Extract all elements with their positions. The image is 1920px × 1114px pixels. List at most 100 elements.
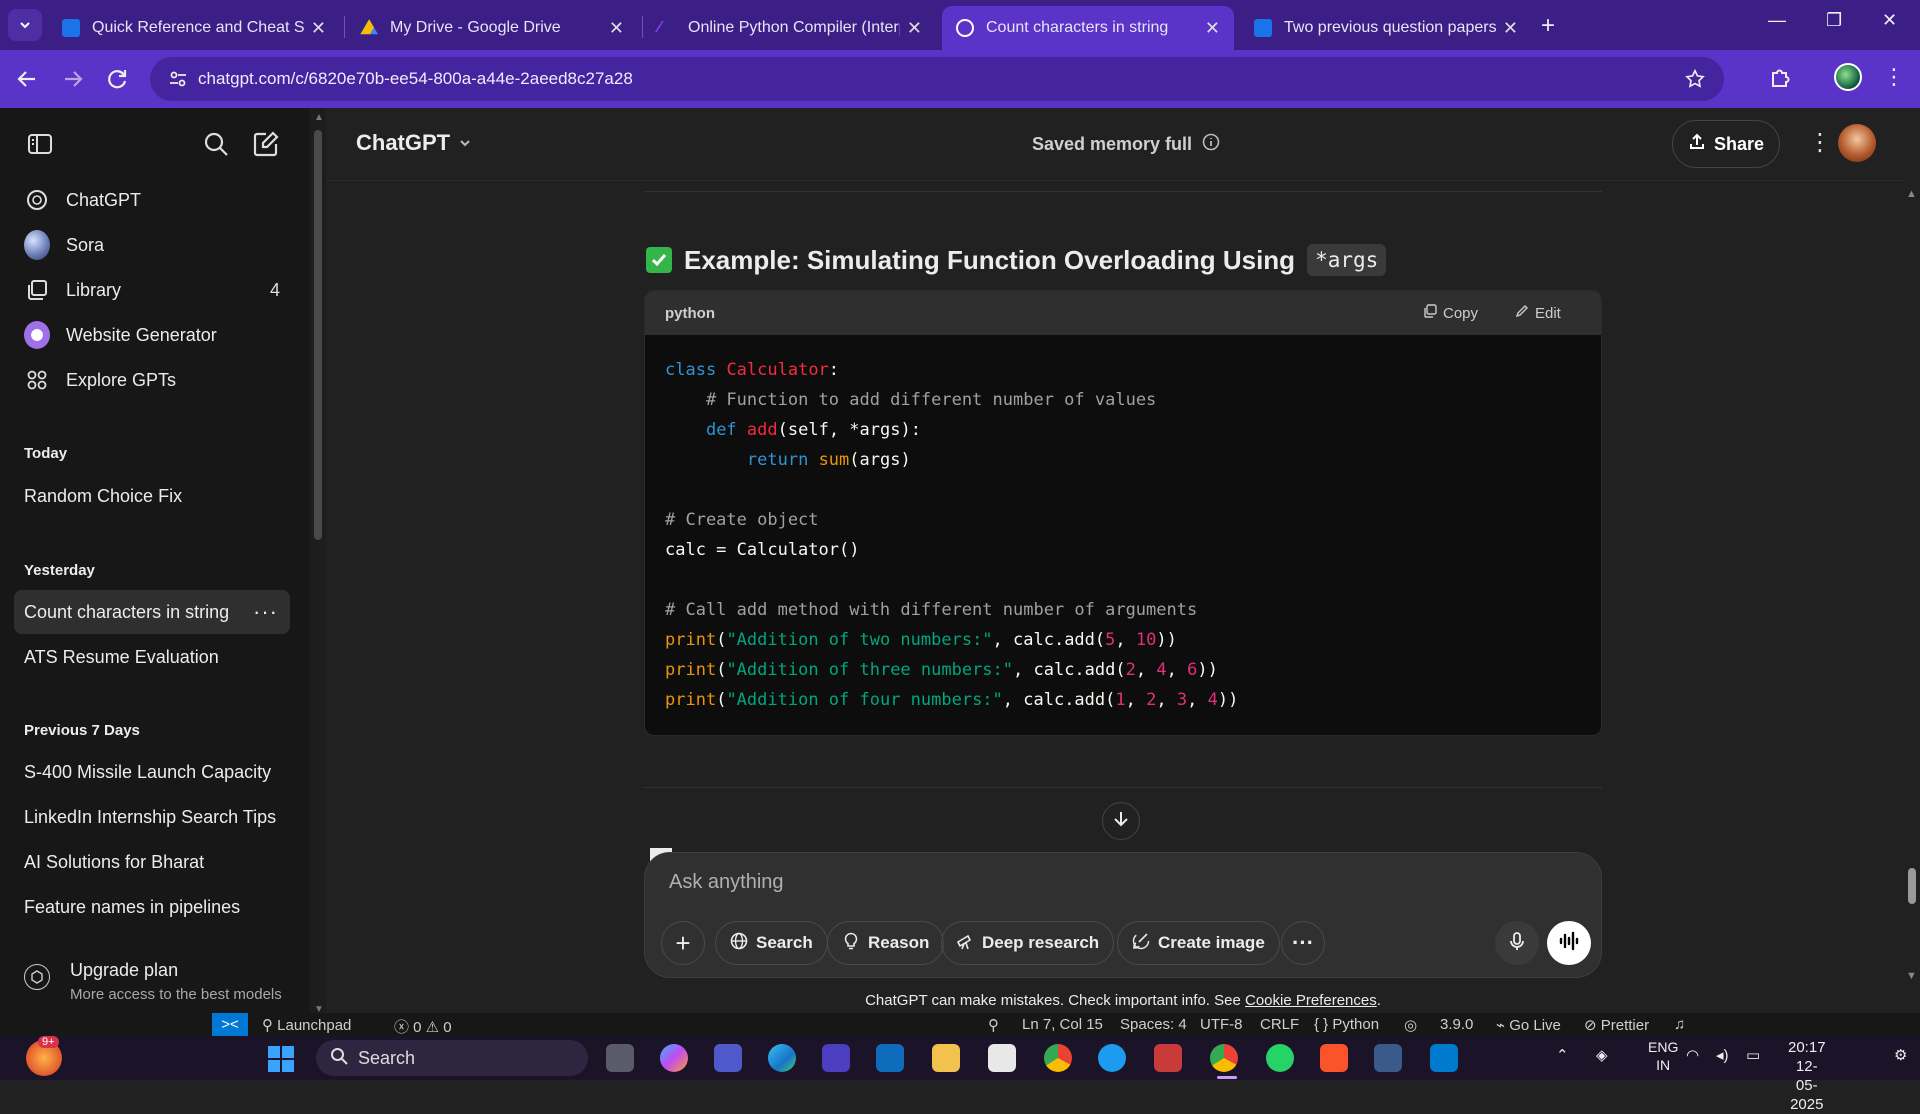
user-avatar[interactable] <box>1838 124 1876 162</box>
voice-mode-button[interactable] <box>1547 921 1591 965</box>
browser-profile-avatar[interactable] <box>1834 63 1862 91</box>
new-tab-plus-icon[interactable]: + <box>1541 12 1555 40</box>
close-icon[interactable]: ✕ <box>609 18 624 39</box>
sidebar-item-chatgpt[interactable]: ChatGPT <box>14 178 290 222</box>
microsoft-store-icon[interactable] <box>988 1044 1016 1072</box>
dictate-button[interactable] <box>1495 921 1539 965</box>
close-window-icon[interactable]: ✕ <box>1882 10 1897 31</box>
copy-code-button[interactable]: Copy <box>1423 304 1478 322</box>
more-tools-button[interactable]: ··· <box>1281 921 1325 965</box>
chat-scrollbar[interactable]: ▲ ▼ <box>1904 188 1920 988</box>
notifications-bell-icon[interactable]: ♫ <box>1674 1016 1685 1033</box>
upgrade-plan-button[interactable]: Upgrade plan More access to the best mod… <box>24 954 284 1014</box>
edit-code-button[interactable]: Edit <box>1515 304 1561 322</box>
taskbar-search-box[interactable]: Search <box>316 1040 588 1076</box>
scroll-up-arrow-icon[interactable]: ▲ <box>314 112 324 123</box>
app-icon[interactable] <box>1154 1044 1182 1072</box>
info-icon[interactable] <box>1202 133 1220 156</box>
wifi-icon[interactable]: ◠ <box>1686 1046 1699 1064</box>
conversation-options-kebab-icon[interactable]: ⋮ <box>1808 128 1832 157</box>
reload-icon[interactable] <box>104 66 130 92</box>
task-view-icon[interactable] <box>606 1044 634 1072</box>
site-info-icon[interactable] <box>168 69 188 89</box>
chat-item[interactable]: ATS Resume Evaluation <box>14 635 290 679</box>
scroll-up-arrow-icon[interactable]: ▲ <box>1906 188 1917 200</box>
browser-menu-kebab-icon[interactable]: ⋮ <box>1883 64 1905 90</box>
restore-icon[interactable]: ❐ <box>1826 10 1842 31</box>
tab-quick-reference[interactable]: Quick Reference and Cheat Sheet ✕ <box>48 6 340 50</box>
scroll-to-bottom-button[interactable] <box>1102 802 1140 840</box>
cookie-preferences-link[interactable]: Cookie Preferences <box>1245 992 1377 1009</box>
edge-icon[interactable] <box>768 1044 796 1072</box>
reason-tool-button[interactable]: Reason <box>827 921 945 965</box>
cursor-position[interactable]: Ln 7, Col 15 <box>1022 1016 1103 1033</box>
chrome-icon[interactable] <box>1044 1044 1072 1072</box>
code-content[interactable]: class Calculator: # Function to add diff… <box>645 335 1601 735</box>
forward-arrow-icon[interactable] <box>60 66 86 92</box>
encoding[interactable]: UTF-8 <box>1200 1016 1243 1033</box>
chevron-up-icon[interactable]: ⌃ <box>1556 1046 1569 1064</box>
copilot-icon[interactable]: ◎ <box>1404 1016 1417 1034</box>
deep-research-button[interactable]: Deep research <box>941 921 1115 965</box>
line-ending[interactable]: CRLF <box>1260 1016 1299 1033</box>
prompt-input[interactable] <box>669 867 1469 897</box>
model-selector[interactable]: ChatGPT <box>356 130 472 156</box>
input-language[interactable]: ENG IN <box>1648 1038 1678 1074</box>
sidebar-item-sora[interactable]: Sora <box>14 223 290 267</box>
go-live-button[interactable]: ⌁ Go Live <box>1496 1016 1561 1034</box>
close-icon[interactable]: ✕ <box>1205 18 1220 39</box>
url-bar[interactable]: chatgpt.com/c/6820e70b-ee54-800a-a44e-2a… <box>150 57 1724 101</box>
clock[interactable]: 20:17 12-05-2025 <box>1788 1038 1826 1114</box>
tab-question-papers[interactable]: Two previous question papers and ✕ <box>1240 6 1532 50</box>
dropbox-icon[interactable]: ◈ <box>1596 1046 1608 1064</box>
prettier-status[interactable]: ⊘ Prettier <box>1584 1016 1649 1034</box>
create-image-button[interactable]: Create image <box>1117 921 1280 965</box>
sidebar-item-library[interactable]: Library 4 <box>14 268 290 312</box>
brave-icon[interactable] <box>1320 1044 1348 1072</box>
sidebar-scrollbar-thumb[interactable] <box>314 130 322 540</box>
bookmark-star-icon[interactable] <box>1684 68 1706 90</box>
add-attachment-button[interactable]: + <box>661 921 705 965</box>
remote-indicator-icon[interactable]: >< <box>212 1013 248 1036</box>
back-arrow-icon[interactable] <box>14 66 40 92</box>
chrome-profile-icon[interactable] <box>1210 1044 1238 1072</box>
sidebar-item-website-generator[interactable]: Website Generator <box>14 313 290 357</box>
chat-item[interactable]: Random Choice Fix <box>14 474 290 518</box>
chat-item-active[interactable]: Count characters in string ··· <box>14 590 290 634</box>
outlook-icon[interactable] <box>876 1044 904 1072</box>
chat-item[interactable]: AI Solutions for Bharat <box>14 840 290 884</box>
chat-item[interactable]: S-400 Missile Launch Capacity <box>14 750 290 794</box>
python-version[interactable]: 3.9.0 <box>1440 1016 1473 1033</box>
language-mode[interactable]: { } Python <box>1314 1016 1379 1033</box>
tab-count-characters[interactable]: Count characters in string ✕ <box>942 6 1234 50</box>
scroll-down-arrow-icon[interactable]: ▼ <box>1906 970 1917 982</box>
toggle-sidebar-icon[interactable] <box>26 130 54 163</box>
share-button[interactable]: Share <box>1672 120 1780 168</box>
tab-python-compiler[interactable]: ⁄ Online Python Compiler (Interpreter) ✕ <box>644 6 936 50</box>
search-tool-button[interactable]: Search <box>715 921 828 965</box>
start-windows-icon[interactable] <box>268 1046 294 1072</box>
calculator-icon[interactable] <box>1374 1044 1402 1072</box>
app-icon[interactable] <box>822 1044 850 1072</box>
notification-center-icon[interactable]: ⚙ <box>1894 1046 1907 1064</box>
close-icon[interactable]: ✕ <box>311 18 326 39</box>
launchpad-item[interactable]: ⚲ Launchpad <box>262 1016 351 1034</box>
file-explorer-icon[interactable] <box>932 1044 960 1072</box>
volume-icon[interactable]: ◂) <box>1716 1046 1729 1064</box>
search-icon[interactable] <box>202 130 230 163</box>
sidebar-scrollbar[interactable]: ▲ ▼ <box>310 108 326 1020</box>
chat-item[interactable]: LinkedIn Internship Search Tips <box>14 795 290 839</box>
vscode-icon[interactable] <box>1430 1044 1458 1072</box>
close-icon[interactable]: ✕ <box>907 18 922 39</box>
tab-google-drive[interactable]: My Drive - Google Drive ✕ <box>346 6 638 50</box>
chat-options-icon[interactable]: ··· <box>253 599 278 625</box>
extensions-puzzle-icon[interactable] <box>1768 64 1794 90</box>
close-icon[interactable]: ✕ <box>1503 18 1518 39</box>
tab-search-button[interactable] <box>8 9 42 41</box>
indentation[interactable]: Spaces: 4 <box>1120 1016 1187 1033</box>
new-chat-icon[interactable] <box>252 130 280 163</box>
whatsapp-icon[interactable] <box>1266 1044 1294 1072</box>
copilot-app-icon[interactable] <box>660 1044 688 1072</box>
chat-item[interactable]: Feature names in pipelines <box>14 885 290 929</box>
twitter-icon[interactable] <box>1098 1044 1126 1072</box>
